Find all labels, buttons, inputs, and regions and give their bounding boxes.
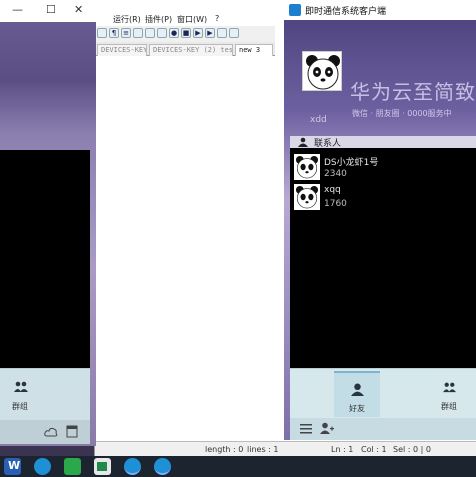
left-content-area — [0, 150, 90, 368]
tab-groups[interactable]: 群组 — [426, 371, 472, 417]
user-icon — [298, 137, 308, 147]
menu-window[interactable]: 窗口(W) — [177, 14, 207, 25]
left-titlebar: — ☐ ✕ — [0, 0, 96, 22]
stop-icon[interactable]: ■ — [181, 28, 191, 38]
bottom-tab-bar: 好友 群组 — [290, 368, 476, 418]
left-bottom-tabs: 群组 — [0, 368, 90, 420]
panda-icon — [295, 185, 319, 209]
weather-icon[interactable] — [44, 426, 58, 438]
contact-name: DS小龙虾1号 — [324, 158, 379, 168]
taskbar: W — [0, 456, 476, 477]
left-footer — [0, 420, 90, 444]
app-logo-icon — [289, 4, 301, 16]
add-contact-icon[interactable] — [320, 422, 334, 435]
profile-header: xdd 华为云至简致远 微信 · 朋友圈 · 0000服务中 — [284, 20, 476, 132]
contact-item[interactable]: xqq 1760 — [290, 182, 476, 212]
play-icon[interactable]: ▶ — [193, 28, 203, 38]
contact-avatar — [294, 154, 320, 180]
pilcrow-icon[interactable]: ¶ — [109, 28, 119, 38]
group-icon — [443, 382, 456, 393]
status-col: Col : 1 — [361, 445, 387, 454]
browser-icon[interactable] — [154, 458, 171, 475]
contact-list: DS小龙虾1号 2340 xqq 1760 — [290, 148, 476, 368]
left-im-window: — ☐ ✕ 群组 — [0, 0, 96, 446]
play-multi-icon[interactable]: ▶ — [205, 28, 215, 38]
tab-new-3[interactable]: new 3 — [235, 44, 273, 56]
panda-icon — [295, 155, 319, 179]
window-title: 即时通信系统客户端 — [305, 7, 387, 17]
contact-avatar — [294, 184, 320, 210]
calendar-icon[interactable] — [66, 424, 78, 438]
tab-devices-key[interactable]: DEVICES-KEY test — [97, 44, 147, 56]
save-macro-icon[interactable] — [217, 28, 227, 38]
editor-statusbar: length : 0 lines : 1 Ln : 1 Col : 1 Sel … — [95, 441, 476, 456]
status-length: length : 0 — [205, 445, 244, 454]
status-ln: Ln : 1 — [331, 445, 354, 454]
slogan-text: 华为云至简致远 — [350, 80, 476, 104]
tab-groups-label: 群组 — [441, 402, 457, 411]
im-titlebar: 即时通信系统客户端 — [284, 0, 476, 20]
browser-icon[interactable] — [124, 458, 141, 475]
im-footer — [290, 418, 476, 440]
doc-icon[interactable] — [145, 28, 155, 38]
user-avatar[interactable] — [302, 51, 342, 91]
close-button[interactable]: ✕ — [74, 3, 83, 16]
contacts-header[interactable]: 联系人 — [290, 136, 476, 149]
group-icon[interactable] — [14, 381, 28, 393]
minimize-button[interactable]: — — [12, 3, 23, 16]
tab-group-label[interactable]: 群组 — [12, 401, 28, 412]
tab-friends-label: 好友 — [349, 404, 365, 413]
excel-icon[interactable] — [94, 458, 111, 475]
record-icon[interactable]: ● — [169, 28, 179, 38]
maximize-button[interactable]: ☐ — [46, 3, 56, 16]
macro-icon[interactable] — [229, 28, 239, 38]
user-nickname: xdd — [310, 115, 327, 125]
editor-toolbar: ¶ ≡ ● ■ ▶ ▶ — [95, 26, 275, 42]
indent-icon[interactable]: ≡ — [121, 28, 131, 38]
editor-menubar: 运行(R) 插件(P) 窗口(W) ? — [95, 12, 295, 26]
editor-tabs: DEVICES-KEY test DEVICES-KEY (2) test ne… — [95, 42, 275, 56]
panda-icon — [306, 55, 340, 90]
menu-run[interactable]: 运行(R) — [113, 14, 141, 25]
list-icon[interactable] — [133, 28, 143, 38]
tab-friends[interactable]: 好友 — [334, 371, 380, 417]
friend-icon — [351, 383, 364, 396]
menu-help[interactable]: ? — [215, 14, 219, 23]
menu-plugins[interactable]: 插件(P) — [145, 14, 172, 25]
contact-id: 1760 — [324, 199, 347, 209]
status-sel: Sel : 0 | 0 — [393, 445, 431, 454]
contact-item[interactable]: DS小龙虾1号 2340 — [290, 152, 476, 182]
status-lines: lines : 1 — [247, 445, 279, 454]
toolbar-icon[interactable] — [97, 28, 107, 38]
browser-icon[interactable] — [34, 458, 51, 475]
tab-devices-key-2[interactable]: DEVICES-KEY (2) test — [149, 44, 233, 56]
word-icon[interactable]: W — [4, 458, 21, 475]
wechat-icon[interactable] — [64, 458, 81, 475]
contact-name: xqq — [324, 185, 341, 195]
contact-id: 2340 — [324, 169, 347, 179]
menu-icon[interactable] — [300, 424, 312, 434]
signature-text: 微信 · 朋友圈 · 0000服务中 — [352, 109, 452, 118]
folder-icon[interactable] — [157, 28, 167, 38]
